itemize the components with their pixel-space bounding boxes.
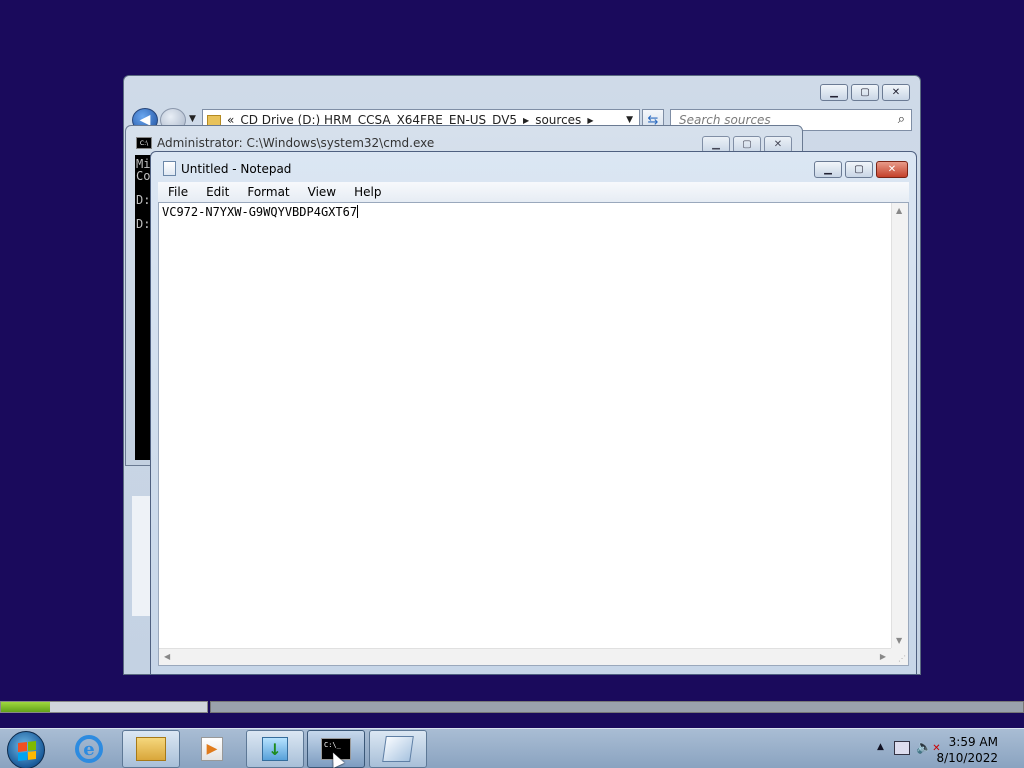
progress-bar-secondary — [210, 701, 1024, 713]
cmd-icon: C:\ — [136, 137, 152, 149]
taskbar-media-player[interactable]: ▶ — [183, 730, 241, 768]
taskbar-windows-explorer[interactable] — [122, 730, 180, 768]
vertical-scrollbar[interactable]: ▲ ▼ — [891, 203, 908, 648]
clock[interactable]: 3:59 AM 8/10/2022 — [936, 734, 998, 766]
close-button[interactable]: ✕ — [882, 84, 910, 101]
notepad-window[interactable]: Untitled - Notepad ▁ ▢ ✕ File Edit Forma… — [150, 151, 917, 675]
text-caret — [357, 205, 359, 218]
explorer-nav-pane — [132, 496, 152, 616]
scroll-right-icon[interactable]: ▶ — [880, 652, 886, 661]
scroll-left-icon[interactable]: ◀ — [164, 652, 170, 661]
taskbar: e ▶ ↓ C:\_ ▲ 🔈✕ 3:59 AM 8/10/2022 — [0, 728, 1024, 768]
windows-logo-icon — [18, 741, 36, 761]
taskbar-notepad[interactable] — [369, 730, 427, 768]
folder-icon — [207, 114, 221, 126]
media-player-icon: ▶ — [201, 737, 223, 761]
maximize-button[interactable]: ▢ — [845, 161, 873, 178]
notepad-icon — [382, 736, 414, 762]
resize-grip-icon[interactable]: ⋰ — [891, 648, 908, 665]
minimize-button[interactable]: ▁ — [820, 84, 848, 101]
scroll-up-icon[interactable]: ▲ — [896, 206, 902, 215]
menu-help[interactable]: Help — [352, 185, 383, 199]
editor-text[interactable]: VC972-N7YXW-G9WQYVBDP4GXT67 — [162, 205, 359, 219]
clock-date: 8/10/2022 — [936, 751, 998, 765]
close-button[interactable]: ✕ — [876, 161, 908, 178]
explorer-caption-buttons: ▁ ▢ ✕ — [820, 84, 910, 101]
installer-icon: ↓ — [262, 737, 288, 761]
progress-fill — [1, 702, 51, 712]
chevron-down-icon[interactable]: ▼ — [626, 115, 633, 125]
show-hidden-icons-icon[interactable]: ▲ — [877, 742, 884, 752]
text-editor[interactable]: VC972-N7YXW-G9WQYVBDP4GXT67 ▲ ▼ ◀ ▶ ⋰ — [158, 202, 909, 666]
taskbar-installer[interactable]: ↓ — [246, 730, 304, 768]
scroll-down-icon[interactable]: ▼ — [896, 636, 902, 645]
chevron-right-icon[interactable]: ▶ — [587, 116, 593, 125]
recent-pages-dropdown[interactable]: ▼ — [189, 114, 196, 124]
network-icon[interactable] — [894, 741, 910, 755]
notepad-icon — [163, 161, 176, 176]
cmd-title: Administrator: C:\Windows\system32\cmd.e… — [157, 136, 435, 150]
horizontal-scrollbar[interactable]: ◀ ▶ — [159, 648, 891, 665]
minimize-button[interactable]: ▁ — [814, 161, 842, 178]
clock-time: 3:59 AM — [948, 735, 998, 749]
menu-format[interactable]: Format — [245, 185, 291, 199]
search-icon[interactable]: ⌕ — [898, 112, 905, 127]
menu-file[interactable]: File — [166, 185, 190, 199]
folder-icon — [136, 737, 166, 761]
editor-content: VC972-N7YXW-G9WQYVBDP4GXT67 — [162, 205, 358, 219]
system-tray: ▲ 🔈✕ 3:59 AM 8/10/2022 — [864, 729, 1024, 768]
chevron-right-icon[interactable]: ▶ — [523, 116, 529, 125]
cmd-titlebar: C:\ Administrator: C:\Windows\system32\c… — [136, 136, 434, 150]
internet-explorer-icon: e — [75, 735, 103, 763]
menu-bar: File Edit Format View Help — [158, 182, 909, 202]
menu-view[interactable]: View — [306, 185, 338, 199]
notepad-titlebar: Untitled - Notepad — [163, 161, 291, 176]
taskbar-internet-explorer[interactable]: e — [60, 730, 118, 768]
start-button[interactable] — [7, 731, 45, 768]
menu-edit[interactable]: Edit — [204, 185, 231, 199]
notepad-caption-buttons: ▁ ▢ ✕ — [814, 161, 908, 178]
progress-bar — [0, 701, 208, 713]
notepad-title: Untitled - Notepad — [181, 161, 292, 176]
maximize-button[interactable]: ▢ — [851, 84, 879, 101]
